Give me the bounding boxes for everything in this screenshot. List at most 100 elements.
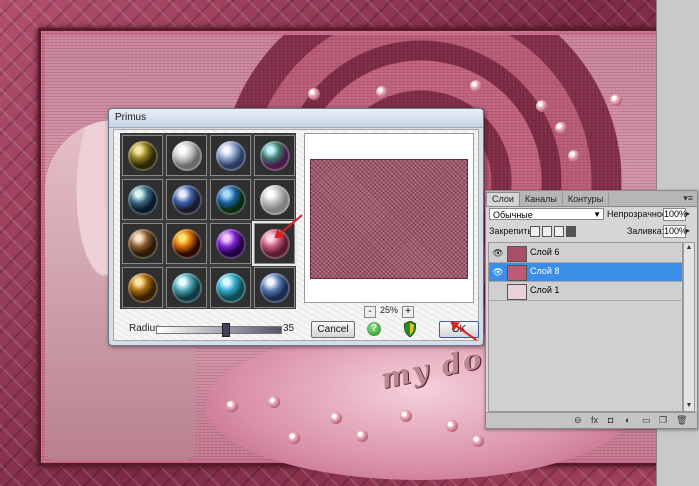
layer-row[interactable]: 👁 Слой 6 [489,244,682,263]
panel-menu-icon[interactable]: ▾≡ [683,193,693,204]
pearl [268,396,280,408]
tab-paths[interactable]: Контуры [563,193,610,206]
cancel-button[interactable]: Cancel [311,321,355,338]
new-layer-icon[interactable]: ❐ [659,415,667,426]
zoom-out-button[interactable]: - [364,306,376,318]
preset-cell[interactable] [122,135,163,176]
lock-label: Закрепить: [489,226,535,236]
preset-sphere-icon [260,185,290,215]
preset-sphere-icon [128,273,158,303]
preset-cell[interactable] [210,135,251,176]
preset-cell[interactable] [210,179,251,220]
layer-thumbnail [507,284,527,300]
lock-position-icon[interactable] [554,226,564,237]
preset-sphere-icon [260,141,290,171]
preset-sphere-icon [216,141,246,171]
trash-icon[interactable]: 🗑 [676,415,687,426]
layer-list: 👁 Слой 6 👁 Слой 8 Слой 1 [488,242,683,412]
pearl [470,80,482,92]
preset-sphere-icon [128,185,158,215]
layers-bottom-toolbar: ⊖ fx ◘ ◐ ▭ ❐ 🗑 [486,412,697,428]
preset-cell[interactable] [210,267,251,308]
fill-dropdown-icon[interactable]: ▸ [686,226,690,235]
preview-texture [311,160,467,278]
pearl [376,86,388,98]
eye-icon[interactable]: 👁 [492,266,504,278]
blend-mode-value: Обычные [493,210,533,220]
dialog-body: - 25% + Radius 35 Cancel ? OK [113,129,479,341]
preview-pane [304,133,474,303]
fill-field[interactable]: 100% [663,225,687,238]
scroll-up-icon[interactable]: ▲ [684,243,694,253]
layer-thumbnail [507,265,527,281]
opacity-field[interactable]: 100% [663,208,687,221]
radius-slider-thumb[interactable] [221,323,230,337]
layer-row[interactable]: 👁 Слой 8 [489,263,682,282]
pearl [400,410,412,422]
chevron-down-icon: ▼ [593,210,601,219]
pearl [568,150,580,162]
preset-cell[interactable] [252,221,297,266]
preset-cell[interactable] [166,223,207,264]
layer-row[interactable]: Слой 1 [489,282,682,301]
preset-cell[interactable] [166,179,207,220]
pearl [288,432,300,444]
shield-icon[interactable] [404,321,416,337]
eye-icon[interactable]: 👁 [492,247,504,259]
tab-layers[interactable]: Слои [486,192,520,206]
pearl [330,412,342,424]
pearl [536,100,548,112]
adjustment-icon[interactable]: ◐ [625,415,630,425]
preset-cell[interactable] [122,267,163,308]
preset-sphere-icon [172,141,202,171]
layer-list-scrollbar[interactable]: ▲ ▼ [683,242,695,412]
preset-cell[interactable] [122,223,163,264]
mask-icon[interactable]: ◘ [608,415,613,425]
preset-cell[interactable] [254,135,295,176]
pearl [226,400,238,412]
preset-cell[interactable] [166,135,207,176]
pearl [472,435,484,447]
preset-cell[interactable] [166,267,207,308]
folder-icon[interactable]: ▭ [642,415,651,426]
preset-sphere-icon [128,229,158,259]
preset-sphere-icon [172,273,202,303]
layers-panel-tabs: Слои Каналы Контуры ▾≡ [486,191,697,207]
tab-channels[interactable]: Каналы [520,193,563,206]
lock-pixels-icon[interactable] [542,226,552,237]
preset-sphere-icon [260,273,290,303]
radius-slider[interactable] [156,323,282,337]
radius-value: 35 [283,323,295,334]
preset-sphere-icon [216,273,246,303]
preset-sphere-icon [172,185,202,215]
layer-thumbnail [507,246,527,262]
layer-name: Слой 8 [530,266,560,276]
preset-grid [120,133,297,309]
preset-cell[interactable] [210,223,251,264]
primus-dialog: Primus - 25% + Radius 35 Cancel ? OK [108,108,484,346]
scroll-down-icon[interactable]: ▼ [684,401,694,411]
lock-row: Закрепить: Заливка: 100% ▸ [489,225,694,239]
link-icon[interactable]: ⊖ [574,415,582,426]
preset-sphere-icon [216,229,246,259]
preset-cell[interactable] [122,179,163,220]
preset-cell[interactable] [254,179,295,220]
dialog-title: Primus [109,109,483,128]
fx-icon[interactable]: fx [591,415,598,425]
pearl [356,430,368,442]
preset-cell[interactable] [254,267,295,308]
blend-mode-select[interactable]: Обычные ▼ [489,208,604,220]
layer-name: Слой 1 [530,285,560,295]
lock-transparent-icon[interactable] [530,226,540,237]
pearl [308,88,320,100]
layer-name: Слой 6 [530,247,560,257]
eye-icon[interactable] [492,285,504,297]
pearl [555,122,567,134]
preset-sphere-icon [128,141,158,171]
lock-all-icon[interactable] [566,226,576,237]
zoom-in-button[interactable]: + [402,306,414,318]
zoom-level: 25% [380,305,399,315]
pearl [610,94,622,106]
opacity-dropdown-icon[interactable]: ▸ [686,209,690,218]
help-icon[interactable]: ? [367,322,381,336]
